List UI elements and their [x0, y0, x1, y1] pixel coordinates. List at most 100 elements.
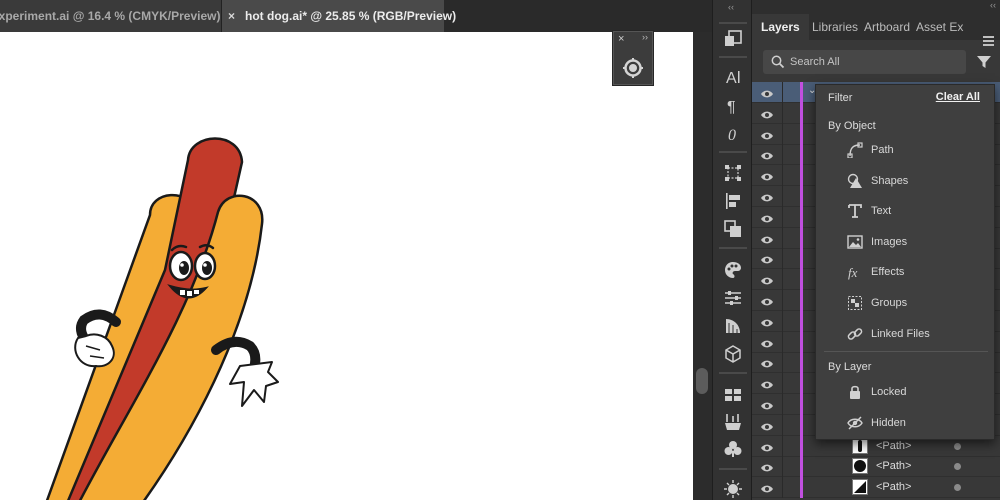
layer-color-bar	[800, 373, 803, 395]
filter-item-locked[interactable]: Locked	[846, 381, 986, 403]
panel-menu-icon[interactable]	[983, 36, 994, 48]
column-divider	[782, 206, 783, 228]
collapse-icon[interactable]: ‹‹	[728, 2, 734, 12]
navigator-icon[interactable]	[622, 57, 644, 79]
gradient-icon[interactable]	[721, 315, 745, 337]
transform-icon[interactable]	[721, 162, 745, 184]
svg-text:A: A	[726, 70, 737, 86]
character-icon[interactable]: A	[721, 66, 745, 88]
visibility-eye-icon[interactable]	[760, 211, 774, 229]
visibility-eye-icon[interactable]	[760, 294, 774, 312]
target-circle-icon[interactable]	[954, 463, 961, 471]
filter-item-text[interactable]: Text	[846, 200, 986, 222]
column-divider	[782, 290, 783, 311]
visibility-eye-icon[interactable]	[760, 252, 774, 270]
filter-item-label: Groups	[871, 297, 908, 309]
filter-item-label: Hidden	[871, 417, 906, 429]
filter-item-effects[interactable]: fx Effects	[846, 261, 986, 283]
filter-button[interactable]	[974, 52, 994, 72]
artboard-icon[interactable]	[721, 28, 745, 50]
column-divider	[782, 373, 783, 395]
filter-item-label: Path	[871, 144, 894, 156]
visibility-eye-icon[interactable]	[760, 315, 774, 333]
filter-item-hidden[interactable]: Hidden	[846, 412, 986, 434]
collapse-icon[interactable]: ‹‹	[990, 0, 996, 10]
column-divider	[782, 435, 783, 457]
layer-color-bar	[800, 269, 803, 291]
layer-row[interactable]: <Path>	[752, 456, 1000, 478]
visibility-eye-icon[interactable]	[760, 481, 774, 499]
layer-name[interactable]: <Path>	[876, 460, 911, 472]
panel-top-bar: ‹‹	[752, 0, 1000, 14]
layer-color-bar	[800, 102, 803, 124]
visibility-eye-icon[interactable]	[760, 128, 774, 146]
shapes-icon	[847, 173, 862, 188]
groups-icon	[848, 296, 862, 310]
hot-dog-illustration[interactable]	[0, 32, 693, 500]
tab-artboards[interactable]: Artboard	[864, 14, 910, 40]
visibility-eye-icon[interactable]	[760, 377, 774, 395]
target-circle-icon[interactable]	[954, 484, 961, 492]
visibility-eye-icon[interactable]	[760, 440, 774, 458]
layer-name[interactable]: <Path>	[876, 481, 911, 493]
3d-cube-icon[interactable]	[721, 343, 745, 365]
vertical-scrollbar-thumb[interactable]	[696, 368, 708, 394]
close-icon[interactable]: ×	[618, 33, 624, 45]
layer-color-bar	[800, 477, 803, 499]
tool-separator	[719, 22, 747, 24]
column-divider	[782, 310, 783, 332]
paragraph-icon[interactable]: ¶	[721, 95, 745, 117]
brushes-icon[interactable]	[721, 411, 745, 433]
appearance-icon[interactable]	[721, 478, 745, 500]
layer-color-bar	[800, 206, 803, 228]
tool-separator	[719, 247, 747, 249]
layer-name[interactable]: <Path>	[876, 440, 911, 452]
path-icon	[847, 142, 863, 158]
clear-all-link[interactable]: Clear All	[936, 91, 980, 103]
visibility-eye-icon[interactable]	[760, 398, 774, 416]
visibility-eye-icon[interactable]	[760, 460, 774, 478]
visibility-eye-icon[interactable]	[760, 419, 774, 437]
tab-libraries[interactable]: Libraries	[812, 14, 858, 40]
align-icon[interactable]	[721, 190, 745, 212]
layers-search-box[interactable]	[763, 50, 966, 74]
opentype-icon[interactable]: 0	[721, 123, 745, 145]
filter-item-linked-files[interactable]: Linked Files	[846, 323, 986, 345]
filter-dropdown-menu: Filter Clear All By Object Path Shapes T…	[815, 84, 995, 440]
filter-item-path[interactable]: Path	[846, 139, 986, 161]
properties-icon[interactable]	[721, 287, 745, 309]
layer-row[interactable]: <Path>	[752, 477, 1000, 499]
color-palette-icon[interactable]	[721, 259, 745, 281]
filter-item-label: Effects	[871, 266, 905, 278]
tab-asset-export[interactable]: Asset Ex	[916, 14, 963, 40]
visibility-eye-icon[interactable]	[760, 169, 774, 187]
document-tab-experiment[interactable]: experiment.ai @ 16.4 % (CMYK/Preview)	[0, 0, 222, 32]
visibility-eye-icon[interactable]	[760, 273, 774, 291]
visibility-eye-icon[interactable]	[760, 148, 774, 166]
swatch-grid-icon[interactable]	[721, 384, 745, 406]
tool-separator	[719, 468, 747, 470]
layer-color-bar	[800, 144, 803, 166]
layer-color-bar	[800, 186, 803, 207]
filter-icon	[977, 56, 991, 68]
visibility-eye-icon[interactable]	[760, 190, 774, 208]
visibility-eye-icon[interactable]	[760, 356, 774, 374]
close-icon[interactable]: ×	[228, 9, 235, 23]
symbols-icon[interactable]	[721, 438, 745, 460]
layers-search-input[interactable]	[790, 56, 960, 68]
artboard-canvas[interactable]	[0, 32, 693, 500]
visibility-eye-icon[interactable]	[760, 107, 774, 125]
visibility-eye-icon[interactable]	[760, 336, 774, 354]
svg-text:0: 0	[728, 127, 736, 143]
filter-item-images[interactable]: Images	[846, 231, 986, 253]
collapse-icon[interactable]: ››	[642, 32, 648, 42]
visibility-eye-icon[interactable]	[760, 86, 774, 104]
target-circle-icon[interactable]	[954, 442, 961, 450]
visibility-eye-icon[interactable]	[760, 232, 774, 250]
filter-item-shapes[interactable]: Shapes	[846, 170, 986, 192]
filter-item-label: Text	[871, 205, 892, 217]
pathfinder-icon[interactable]	[721, 218, 745, 240]
document-tab-hot-dog[interactable]: × hot dog.ai* @ 25.85 % (RGB/Preview)	[222, 0, 456, 32]
filter-item-groups[interactable]: Groups	[846, 292, 986, 314]
tab-layers[interactable]: Layers	[752, 14, 809, 40]
